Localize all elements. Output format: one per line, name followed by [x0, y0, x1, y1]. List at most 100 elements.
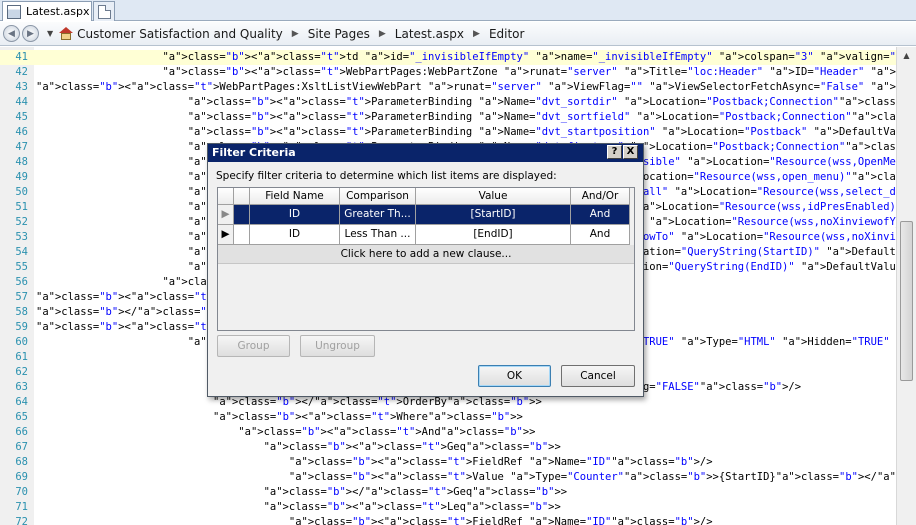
code-text[interactable]: "a">class="b"><"a">class="t">WebPartPage…	[36, 65, 896, 80]
chevron-right-icon[interactable]: ▶	[292, 29, 299, 39]
code-line[interactable]: 66 "a">class="b"><"a">class="t">And"a">c…	[0, 425, 896, 440]
row-selector[interactable]	[234, 225, 250, 245]
line-number: 51	[15, 201, 28, 213]
code-line[interactable]: 64 "a">class="b"></"a">class="t">OrderBy…	[0, 395, 896, 410]
dialog-instruction: Specify filter criteria to determine whi…	[216, 170, 557, 182]
dialog-title: Filter Criteria	[208, 144, 643, 162]
new-tab-icon	[97, 4, 111, 19]
line-number: 67	[15, 441, 28, 453]
value-cell[interactable]: [EndID]	[416, 225, 571, 245]
code-text[interactable]: "a">class="b"><"a">class="t">Leq"a">clas…	[36, 500, 561, 515]
back-button[interactable]: ◀	[3, 25, 20, 42]
cancel-button[interactable]: Cancel	[561, 365, 635, 387]
line-number: 45	[15, 111, 28, 123]
code-line[interactable]: 41 "a">class="b"><"a">class="t">td "a">i…	[0, 50, 896, 65]
code-text[interactable]: "a">class="b"><"a">class="t">Geq"a">clas…	[36, 440, 561, 455]
code-text[interactable]: "a">class="b"><"a">class="t">Where"a">cl…	[36, 410, 523, 425]
row-indicator-icon: ▶	[218, 205, 234, 225]
code-text[interactable]: "a">class="b"><"a">class="t">FieldRef "a…	[36, 455, 713, 470]
line-number: 66	[15, 426, 28, 438]
row-selector[interactable]	[234, 205, 250, 225]
and-or-cell[interactable]: And	[571, 205, 630, 225]
line-number: 55	[15, 261, 28, 273]
line-number: 64	[15, 396, 28, 408]
comparison-cell[interactable]: Less Than ...	[340, 225, 416, 245]
code-text[interactable]: "a">class="b"><"a">class="t">ParameterBi…	[36, 110, 896, 125]
code-text[interactable]: "a">class="b"><"a">class="t">FieldRef "a…	[36, 515, 713, 525]
line-number: 70	[15, 486, 28, 498]
comparison-cell[interactable]: Greater Th...	[340, 205, 416, 225]
code-line[interactable]: 69 "a">class="b"><"a">class="t">Value "a…	[0, 470, 896, 485]
filter-criteria-dialog: Filter Criteria ? X Specify filter crite…	[207, 143, 644, 397]
code-text[interactable]: "a">class="b"></"a">class="t">Geq"a">cla…	[36, 485, 568, 500]
tab-label: Latest.aspx	[26, 5, 90, 18]
forward-button[interactable]: ▶	[22, 25, 39, 42]
and-or-cell[interactable]: And	[571, 225, 630, 245]
line-number: 53	[15, 231, 28, 243]
breadcrumb-editor[interactable]: Editor	[489, 27, 525, 41]
code-text[interactable]: "a">class="b"></"a">class="t">OrderBy"a"…	[36, 395, 542, 410]
line-number: 41	[15, 51, 28, 63]
code-text[interactable]: "a">class="b"><"a">class="t">WebPartPage…	[36, 80, 896, 95]
document-tab-bar: Latest.aspx	[0, 0, 916, 21]
document-icon	[7, 4, 21, 19]
ok-button[interactable]: OK	[478, 365, 551, 387]
code-text[interactable]: "a">class="b"><"a">class="t">Value "a">T…	[36, 470, 896, 485]
scroll-up-icon[interactable]: ▲	[899, 49, 914, 63]
ungroup-button[interactable]: Ungroup	[300, 335, 375, 357]
code-line[interactable]: 44 "a">class="b"><"a">class="t">Paramete…	[0, 95, 896, 110]
code-line[interactable]: 45 "a">class="b"><"a">class="t">Paramete…	[0, 110, 896, 125]
line-number: 44	[15, 96, 28, 108]
breadcrumb-page[interactable]: Latest.aspx	[395, 27, 464, 41]
breadcrumb-site-pages[interactable]: Site Pages	[308, 27, 370, 41]
code-line[interactable]: 46 "a">class="b"><"a">class="t">Paramete…	[0, 125, 896, 140]
table-row[interactable]: ▶ ID Less Than ... [EndID] And	[218, 225, 634, 245]
code-line[interactable]: 67 "a">class="b"><"a">class="t">Geq"a">c…	[0, 440, 896, 455]
code-line[interactable]: 42 "a">class="b"><"a">class="t">WebPartP…	[0, 65, 896, 80]
code-line[interactable]: 71 "a">class="b"><"a">class="t">Leq"a">c…	[0, 500, 896, 515]
value-cell[interactable]: [StartID]	[416, 205, 571, 225]
code-line[interactable]: 70 "a">class="b"></"a">class="t">Geq"a">…	[0, 485, 896, 500]
new-tab-button[interactable]	[93, 1, 115, 21]
group-button[interactable]: Group	[217, 335, 290, 357]
chevron-right-icon[interactable]: ▶	[473, 29, 480, 39]
line-number: 59	[15, 321, 28, 333]
close-button[interactable]: X	[623, 145, 638, 159]
help-button[interactable]: ?	[607, 145, 622, 159]
line-number: 57	[15, 291, 28, 303]
line-number: 63	[15, 381, 28, 393]
home-icon[interactable]	[59, 27, 74, 40]
line-number: 71	[15, 501, 28, 513]
code-line[interactable]: 65 "a">class="b"><"a">class="t">Where"a"…	[0, 410, 896, 425]
code-text[interactable]: "a">class="b"><"a">class="t">ParameterBi…	[36, 125, 896, 140]
vertical-scrollbar[interactable]: ▲	[896, 47, 916, 525]
table-row[interactable]: ▶ ID Greater Th... [StartID] And	[218, 205, 634, 225]
chevron-right-icon[interactable]: ▶	[379, 29, 386, 39]
breadcrumb-site[interactable]: Customer Satisfaction and Quality	[77, 27, 283, 41]
filter-grid: Field Name Comparison Value And/Or ▶ ID …	[217, 187, 635, 331]
field-name-cell[interactable]: ID	[250, 205, 340, 225]
line-number: 65	[15, 411, 28, 423]
line-number: 60	[15, 336, 28, 348]
line-number: 50	[15, 186, 28, 198]
code-text[interactable]: "a">class="b"><"a">class="t">td "a">id="…	[36, 50, 896, 65]
line-number: 42	[15, 66, 28, 78]
row-indicator-icon: ▶	[218, 225, 234, 245]
tab-latest-aspx[interactable]: Latest.aspx	[2, 1, 92, 21]
column-header-and-or: And/Or	[571, 188, 630, 205]
grid-header-row: Field Name Comparison Value And/Or	[218, 188, 634, 205]
scrollbar-thumb[interactable]	[900, 221, 913, 381]
forward-arrow-icon: ▶	[27, 28, 34, 39]
line-number: 58	[15, 306, 28, 318]
line-number: 68	[15, 456, 28, 468]
add-clause-row[interactable]: Click here to add a new clause...	[218, 245, 634, 264]
history-dropdown-icon[interactable]: ▼	[47, 29, 53, 38]
code-line[interactable]: 68 "a">class="b"><"a">class="t">FieldRef…	[0, 455, 896, 470]
code-text[interactable]: "a">class="b"><"a">class="t">And"a">clas…	[36, 425, 535, 440]
code-text[interactable]: "a">class="b"><"a">class="t">ParameterBi…	[36, 95, 896, 110]
line-number: 43	[15, 81, 28, 93]
field-name-cell[interactable]: ID	[250, 225, 340, 245]
line-number: 49	[15, 171, 28, 183]
code-line[interactable]: 43 "a">class="b"><"a">class="t">WebPartPa…	[0, 80, 896, 95]
code-line[interactable]: 72 "a">class="b"><"a">class="t">FieldRef…	[0, 515, 896, 525]
